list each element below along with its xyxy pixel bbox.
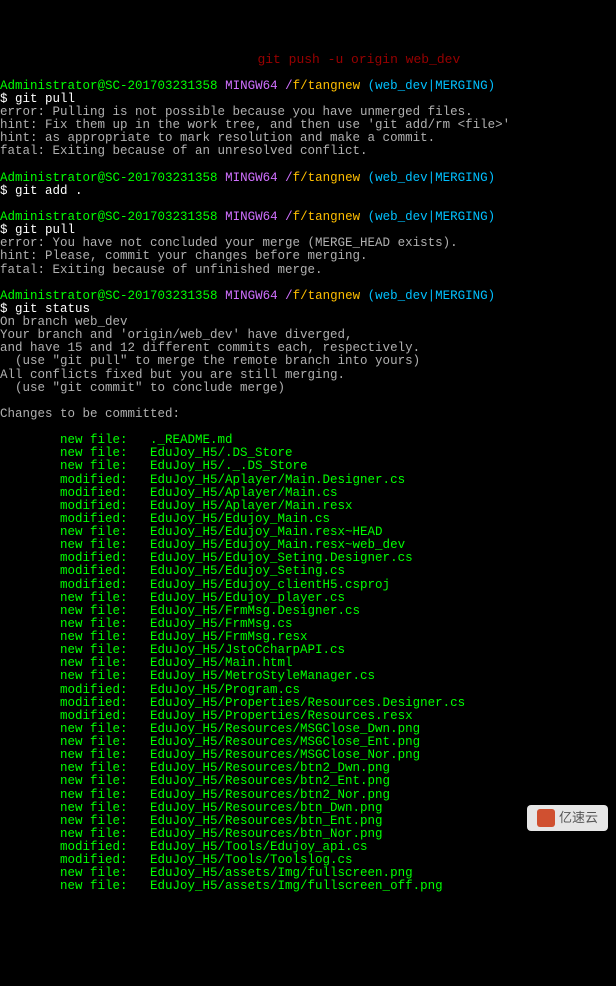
cmd-git-pull-1: $ git pull <box>0 92 75 106</box>
output-block-4: On branch web_dev Your branch and 'origi… <box>0 315 420 421</box>
prompt-row-2: Administrator@SC-201703231358 MINGW64 /f… <box>0 171 495 185</box>
prompt-row-3: Administrator@SC-201703231358 MINGW64 /f… <box>0 210 495 224</box>
watermark-logo-icon <box>537 809 555 827</box>
prompt-mingw: MINGW64 <box>225 210 278 224</box>
prompt-user: Administrator@SC-201703231358 <box>0 171 218 185</box>
prompt-branch: (web_dev|MERGING) <box>368 79 496 93</box>
output-block-3: error: You have not concluded your merge… <box>0 236 458 276</box>
prompt-row-1: Administrator@SC-201703231358 MINGW64 /f… <box>0 79 495 93</box>
prompt-slash: / <box>285 79 293 93</box>
prompt-slash: / <box>285 289 293 303</box>
cmd-git-add: $ git add . <box>0 184 83 198</box>
prompt-user: Administrator@SC-201703231358 <box>0 79 218 93</box>
prompt-mingw: MINGW64 <box>225 79 278 93</box>
prompt-branch: (web_dev|MERGING) <box>368 210 496 224</box>
status-files-list: new file: ._README.md new file: EduJoy_H… <box>0 433 465 893</box>
watermark: 亿速云 <box>527 805 608 831</box>
prompt-row-4: Administrator@SC-201703231358 MINGW64 /f… <box>0 289 495 303</box>
prompt-mingw: MINGW64 <box>225 289 278 303</box>
cmd-git-status: $ git status <box>0 302 90 316</box>
output-block-1: error: Pulling is not possible because y… <box>0 105 510 158</box>
prompt-user: Administrator@SC-201703231358 <box>0 289 218 303</box>
prompt-user: Administrator@SC-201703231358 <box>0 210 218 224</box>
top-hint-line: git push -u origin web_dev <box>0 52 460 67</box>
prompt-slash: / <box>285 171 293 185</box>
terminal-window[interactable]: git push -u origin web_dev Administrator… <box>0 53 616 894</box>
prompt-path: f/tangnew <box>293 289 361 303</box>
prompt-branch: (web_dev|MERGING) <box>368 171 496 185</box>
cmd-git-pull-2: $ git pull <box>0 223 75 237</box>
prompt-mingw: MINGW64 <box>225 171 278 185</box>
prompt-slash: / <box>285 210 293 224</box>
prompt-path: f/tangnew <box>293 79 361 93</box>
prompt-path: f/tangnew <box>293 210 361 224</box>
prompt-path: f/tangnew <box>293 171 361 185</box>
prompt-branch: (web_dev|MERGING) <box>368 289 496 303</box>
watermark-text: 亿速云 <box>559 811 598 825</box>
